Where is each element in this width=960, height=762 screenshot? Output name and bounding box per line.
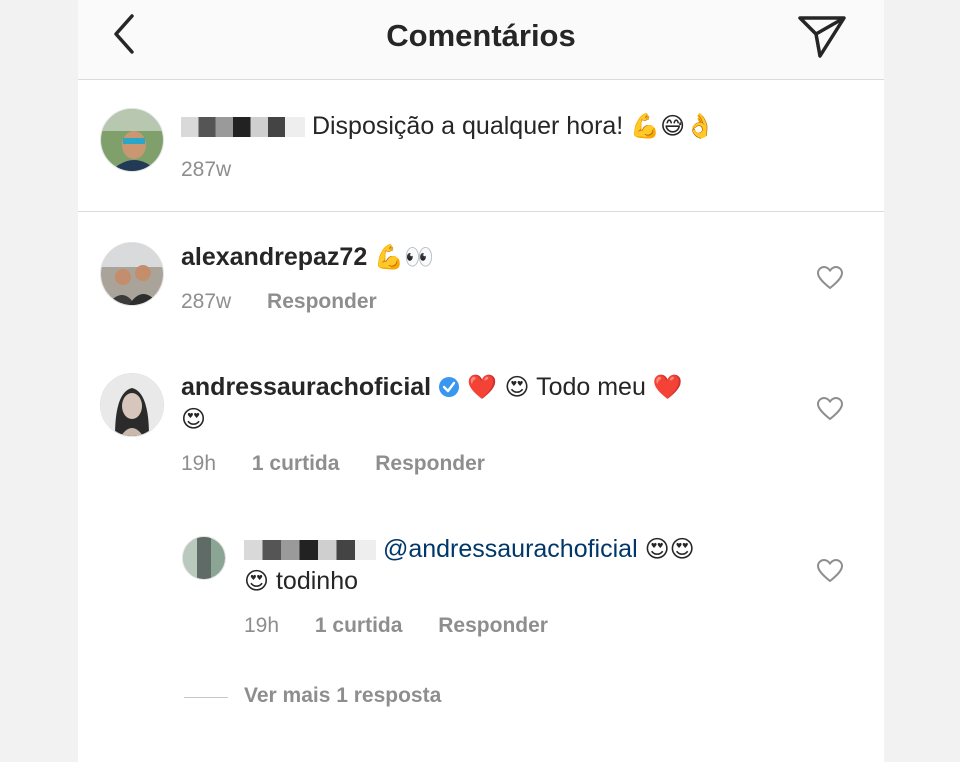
view-more-label[interactable]: Ver mais 1 resposta	[244, 684, 441, 707]
comment-username[interactable]: alexandrepaz72	[181, 243, 367, 271]
share-button[interactable]	[796, 12, 848, 60]
reply-body: todinho	[275, 567, 359, 595]
reply-button[interactable]: Responder	[438, 614, 548, 637]
page-title: Comentários	[386, 18, 576, 53]
heart-icon	[816, 265, 844, 290]
caption-avatar[interactable]	[100, 108, 164, 172]
comment-emoji-line2: 😍	[181, 405, 207, 433]
redacted-username	[181, 117, 305, 138]
caption-divider	[78, 211, 884, 212]
view-more-replies[interactable]: Ver mais 1 resposta	[244, 684, 471, 708]
comment-meta: 287w Responder	[181, 290, 407, 314]
reply-meta: 19h 1 curtida Responder	[244, 614, 578, 638]
send-icon	[798, 16, 846, 58]
like-button[interactable]	[816, 396, 844, 421]
comment-avatar[interactable]	[100, 242, 164, 306]
reply-button[interactable]: Responder	[267, 290, 377, 313]
comment-meta: 19h 1 curtida Responder	[181, 452, 515, 476]
verified-badge-icon	[439, 377, 460, 397]
mention-link[interactable]: @andressaurachoficial	[383, 535, 638, 563]
comment-username[interactable]: andressaurachoficial	[181, 373, 431, 401]
like-button[interactable]	[816, 558, 844, 583]
reply-timestamp: 19h	[244, 614, 280, 637]
redacted-username	[244, 540, 376, 561]
comment-emojis-trail: ❤️	[652, 373, 683, 401]
reply-text: @andressaurachoficial 😍😍 😍 todinho	[244, 533, 804, 597]
comment-timestamp: 287w	[181, 290, 232, 313]
comment-emojis-lead: ❤️ 😍	[467, 373, 530, 401]
caption-text: Disposição a qualquer hora! 💪😅👌	[181, 110, 715, 142]
caption-meta: 287w	[181, 158, 261, 182]
comment-emojis: 💪👀	[374, 243, 434, 271]
caption-timestamp: 287w	[181, 158, 232, 181]
reply-emoji-line2: 😍	[244, 567, 270, 595]
comment-text: andressaurachoficial ❤️ 😍 Todo meu ❤️ 😍	[181, 371, 781, 435]
reply-emojis: 😍😍	[644, 535, 695, 563]
caption-emojis: 💪😅👌	[630, 112, 716, 140]
reply-button[interactable]: Responder	[375, 452, 485, 475]
likes-count[interactable]: 1 curtida	[315, 614, 403, 637]
heart-icon	[816, 558, 844, 583]
view-more-divider	[184, 697, 228, 698]
comment-timestamp: 19h	[181, 452, 217, 475]
like-button[interactable]	[816, 265, 844, 290]
caption-body: Disposição a qualquer hora!	[311, 112, 624, 140]
top-bar: Comentários	[78, 0, 884, 80]
comment-text: alexandrepaz72 💪👀	[181, 241, 434, 273]
likes-count[interactable]: 1 curtida	[252, 452, 340, 475]
heart-icon	[816, 396, 844, 421]
reply-avatar[interactable]	[182, 536, 226, 580]
comment-avatar[interactable]	[100, 373, 164, 437]
comment-body: Todo meu	[536, 373, 646, 401]
comments-screen: Comentários Disposição a qualquer hora! …	[78, 0, 884, 762]
